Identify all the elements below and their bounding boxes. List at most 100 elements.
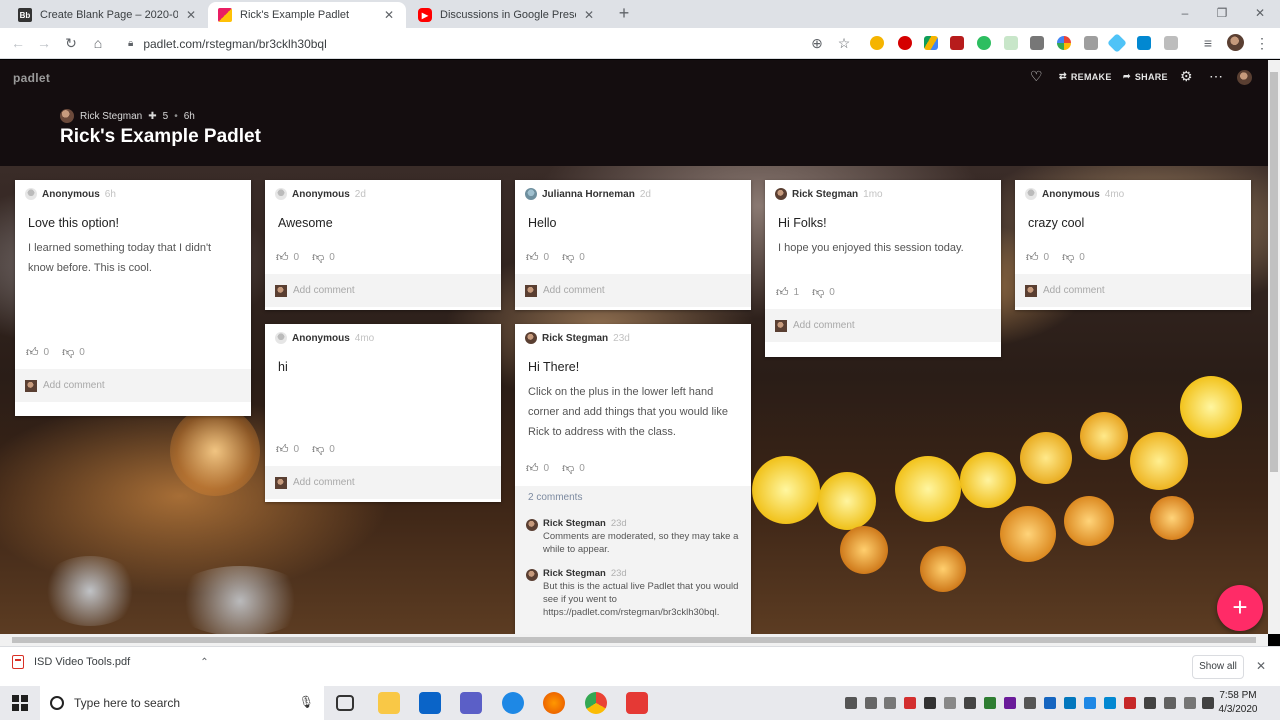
- mail-tray-icon[interactable]: [845, 697, 857, 709]
- wifi-icon[interactable]: [1184, 697, 1196, 709]
- user-avatar[interactable]: [1237, 70, 1252, 85]
- heart-icon[interactable]: ♡: [1030, 68, 1043, 85]
- extension-icon[interactable]: [1004, 36, 1018, 50]
- post-card[interactable]: Anonymous 6h Love this option! I learned…: [15, 180, 251, 416]
- tray-icon[interactable]: [884, 697, 896, 709]
- scrollbar-thumb[interactable]: [12, 637, 1256, 643]
- tray-icon[interactable]: [964, 697, 976, 709]
- tray-icon[interactable]: [1104, 697, 1116, 709]
- add-comment[interactable]: Add comment: [515, 274, 751, 307]
- drive-gray-icon[interactable]: [1084, 36, 1098, 50]
- add-comment[interactable]: Add comment: [765, 309, 1001, 342]
- edge-icon[interactable]: [502, 692, 524, 714]
- new-tab-button[interactable]: +: [614, 4, 634, 24]
- reading-list-icon[interactable]: ≡: [1198, 33, 1218, 53]
- tray-icon[interactable]: [924, 697, 936, 709]
- google-drive-icon[interactable]: [924, 36, 938, 50]
- bookmark-star-icon[interactable]: ☆: [834, 33, 854, 53]
- minimize-icon[interactable]: –: [1170, 4, 1200, 22]
- windows-start-icon[interactable]: [12, 695, 28, 711]
- chrome-icon[interactable]: [585, 692, 607, 714]
- post-card[interactable]: Rick Stegman 23d Hi There! Click on the …: [515, 324, 751, 634]
- profile-avatar[interactable]: [1227, 34, 1244, 51]
- close-tab-icon[interactable]: ✕: [382, 8, 396, 22]
- reload-icon[interactable]: ↻: [61, 33, 81, 53]
- thumbs-down-icon[interactable]: 👎︎: [812, 285, 824, 300]
- more-options-icon[interactable]: ⋯: [1209, 68, 1223, 85]
- vertical-scrollbar[interactable]: [1268, 60, 1280, 634]
- add-comment[interactable]: Add comment: [15, 369, 251, 402]
- comment-count[interactable]: 2 comments: [515, 486, 751, 508]
- tray-icon[interactable]: [1044, 697, 1056, 709]
- padlet-logo[interactable]: padlet: [13, 71, 50, 85]
- close-shelf-icon[interactable]: ✕: [1256, 659, 1266, 673]
- thumbs-up-icon[interactable]: 👍︎: [776, 285, 789, 300]
- add-post-button[interactable]: +: [1217, 585, 1263, 631]
- remake-button[interactable]: ⇄ REMAKE: [1059, 71, 1112, 82]
- extension-star-icon[interactable]: [870, 36, 884, 50]
- volume-icon[interactable]: [1202, 697, 1214, 709]
- chrome-extension-icon[interactable]: [1057, 36, 1071, 50]
- firefox-icon[interactable]: [543, 692, 565, 714]
- tab-discussions[interactable]: ▶ Discussions in Google Presentatio ✕: [408, 2, 606, 28]
- close-tab-icon[interactable]: ✕: [582, 8, 596, 22]
- snagit-icon[interactable]: [626, 692, 648, 714]
- tray-icon[interactable]: [1064, 697, 1076, 709]
- battery-icon[interactable]: [1144, 697, 1156, 709]
- thumbs-up-icon[interactable]: 👍︎: [276, 442, 289, 457]
- thumbs-up-icon[interactable]: 👍︎: [1026, 250, 1039, 265]
- thumbs-down-icon[interactable]: 👎︎: [562, 250, 574, 265]
- show-all-button[interactable]: Show all: [1192, 655, 1244, 679]
- thumbs-down-icon[interactable]: 👎︎: [1062, 250, 1074, 265]
- post-card[interactable]: Julianna Horneman 2d Hello 👍︎ 0 👎︎ 0 Add…: [515, 180, 751, 310]
- teams-icon[interactable]: [460, 692, 482, 714]
- dropbox-tray-icon[interactable]: [1084, 697, 1096, 709]
- chevron-up-icon[interactable]: ⌃: [200, 657, 208, 668]
- taskbar-search[interactable]: Type here to search 🎙︎: [40, 686, 324, 720]
- download-item[interactable]: ISD Video Tools.pdf ⌃: [12, 655, 209, 669]
- extension-gray-icon[interactable]: [1164, 36, 1178, 50]
- scrollbar-thumb[interactable]: [1270, 72, 1278, 472]
- post-card[interactable]: Rick Stegman 1mo Hi Folks! I hope you en…: [765, 180, 1001, 357]
- post-card[interactable]: Anonymous 2d Awesome 👍︎ 0 👎︎ 0 Add comme…: [265, 180, 501, 310]
- add-icon[interactable]: ⊕: [807, 33, 827, 53]
- tray-icon[interactable]: [1004, 697, 1016, 709]
- display-icon[interactable]: [1164, 697, 1176, 709]
- back-icon[interactable]: ←: [8, 33, 28, 53]
- close-tab-icon[interactable]: ✕: [184, 8, 198, 22]
- extension-diamond-icon[interactable]: [1107, 33, 1127, 53]
- add-comment[interactable]: Add comment: [265, 466, 501, 499]
- forward-icon[interactable]: →: [34, 33, 54, 53]
- horizontal-scrollbar[interactable]: [0, 634, 1268, 646]
- thumbs-down-icon[interactable]: 👎︎: [312, 442, 324, 457]
- add-comment[interactable]: Add comment: [265, 274, 501, 307]
- task-view-icon[interactable]: [336, 695, 354, 711]
- chrome-menu-icon[interactable]: ⋮: [1252, 33, 1272, 53]
- tray-icon[interactable]: [865, 697, 877, 709]
- tray-icon[interactable]: [1024, 697, 1036, 709]
- thumbs-up-icon[interactable]: 👍︎: [26, 345, 39, 360]
- evernote-icon[interactable]: [977, 36, 991, 50]
- post-card[interactable]: Anonymous 4mo hi 👍︎ 0 👎︎ 0 Add comment: [265, 324, 501, 502]
- thumbs-down-icon[interactable]: 👎︎: [562, 461, 574, 476]
- settings-gear-icon[interactable]: ⚙: [1180, 68, 1193, 85]
- home-icon[interactable]: ⌂: [88, 33, 108, 53]
- thumbs-down-icon[interactable]: 👎︎: [312, 250, 324, 265]
- share-button[interactable]: ➦ SHARE: [1123, 71, 1168, 82]
- maximize-icon[interactable]: ❐: [1207, 4, 1237, 22]
- outlook-icon[interactable]: [419, 692, 441, 714]
- thumbs-down-icon[interactable]: 👎︎: [62, 345, 74, 360]
- tray-icon[interactable]: [944, 697, 956, 709]
- snagit-tray-icon[interactable]: [904, 697, 916, 709]
- extension-opera-icon[interactable]: [898, 36, 912, 50]
- add-comment[interactable]: Add comment: [1015, 274, 1251, 307]
- extension-box-icon[interactable]: [1030, 36, 1044, 50]
- file-explorer-icon[interactable]: [378, 692, 400, 714]
- acrobat-icon[interactable]: [950, 36, 964, 50]
- tab-create-blank-page[interactable]: Bb Create Blank Page – 2020-04 Bla ✕: [8, 2, 208, 28]
- thumbs-up-icon[interactable]: 👍︎: [526, 461, 539, 476]
- close-window-icon[interactable]: ✕: [1245, 4, 1275, 22]
- post-card[interactable]: Anonymous 4mo crazy cool 👍︎ 0 👎︎ 0 Add c…: [1015, 180, 1251, 310]
- tray-icon[interactable]: [984, 697, 996, 709]
- extension-blue-icon[interactable]: [1137, 36, 1151, 50]
